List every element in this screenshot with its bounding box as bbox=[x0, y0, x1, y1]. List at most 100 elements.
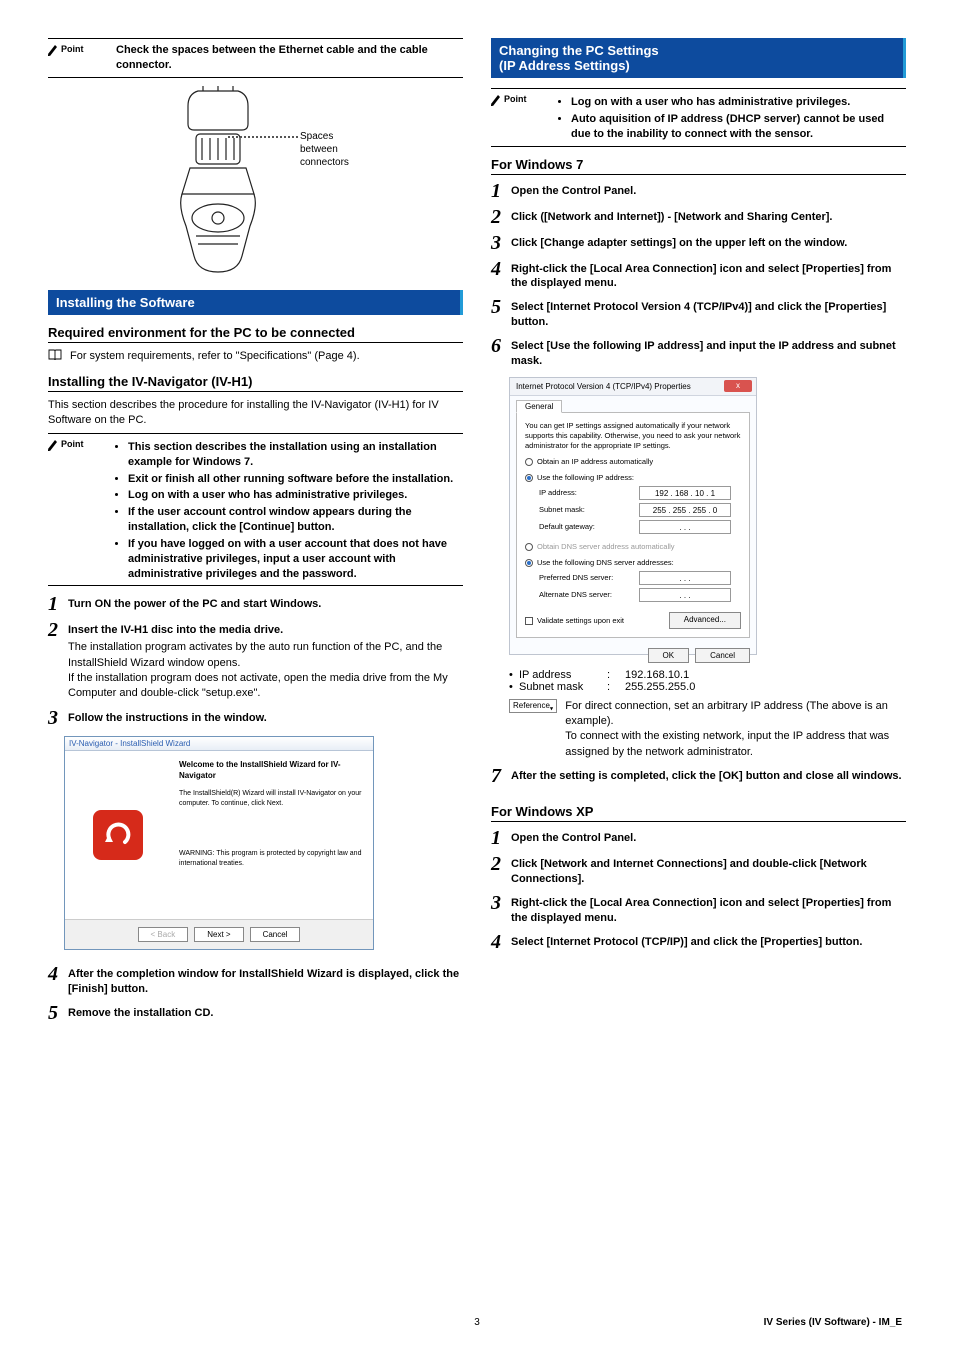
kv-colon: : bbox=[607, 681, 625, 693]
step-number: 4 bbox=[491, 259, 505, 279]
ipv4-validate-checkbox[interactable]: Validate settings upon exit bbox=[525, 616, 624, 626]
list-item: Exit or finish all other running softwar… bbox=[128, 472, 463, 487]
step-body: Open the Control Panel. bbox=[511, 828, 906, 846]
step-number: 4 bbox=[491, 932, 505, 952]
ipv4-row-ip: IP address: 192 . 168 . 10 . 1 bbox=[539, 486, 741, 500]
callout-leader bbox=[228, 136, 298, 138]
step-body: Turn ON the power of the PC and start Wi… bbox=[68, 594, 463, 612]
step-title: Open the Control Panel. bbox=[511, 831, 906, 846]
point-label: Point bbox=[48, 43, 106, 73]
step: 1 Turn ON the power of the PC and start W… bbox=[48, 594, 463, 614]
step-title: Remove the installation CD. bbox=[68, 1006, 463, 1021]
page-number: 3 bbox=[474, 1317, 480, 1328]
subheading-required-env: Required environment for the PC to be co… bbox=[48, 325, 463, 343]
point-body: Log on with a user who has administrativ… bbox=[559, 93, 906, 142]
step-body: Follow the instructions in the window. bbox=[68, 708, 463, 726]
ipv4-radio-static-dns[interactable]: Use the following DNS server addresses: bbox=[525, 558, 741, 568]
close-icon[interactable]: x bbox=[724, 380, 752, 392]
bullet-icon: • bbox=[509, 681, 519, 693]
step: 4 Right-click the [Local Area Connection]… bbox=[491, 259, 906, 292]
wizard-next-button[interactable]: Next > bbox=[194, 927, 243, 942]
left-column: Point Check the spaces between the Ether… bbox=[48, 38, 463, 1029]
ip-input[interactable]: 192 . 168 . 10 . 1 bbox=[639, 486, 731, 500]
step-title: Click ([Network and Internet]) - [Networ… bbox=[511, 210, 906, 225]
subheading-install-navigator: Installing the IV-Navigator (IV-H1) bbox=[48, 374, 463, 392]
point-word: Point bbox=[504, 94, 527, 104]
section-line1: Changing the PC Settings bbox=[499, 43, 659, 58]
wizard-right-panel: Welcome to the InstallShield Wizard for … bbox=[171, 751, 373, 919]
wizard-icon bbox=[93, 810, 143, 860]
wizard-footer: < Back Next > Cancel bbox=[65, 919, 373, 949]
doc-name: IV Series (IV Software) - IM_E bbox=[764, 1317, 902, 1328]
step: 4After the completion window for Install… bbox=[48, 964, 463, 997]
step: 1Open the Control Panel. bbox=[491, 828, 906, 848]
wizard-heading: Welcome to the InstallShield Wizard for … bbox=[179, 759, 365, 781]
reference-ip-note: Reference▾ For direct connection, set an… bbox=[509, 699, 906, 761]
ipv4-row-gateway: Default gateway: . . . bbox=[539, 520, 741, 534]
point-list: Log on with a user who has administrativ… bbox=[559, 95, 906, 142]
ipv4-radio-auto-dns: Obtain DNS server address automatically bbox=[525, 542, 741, 552]
step-title: Open the Control Panel. bbox=[511, 184, 906, 199]
step-title: Insert the IV-H1 disc into the media dri… bbox=[68, 623, 463, 638]
step-body: After the completion window for InstallS… bbox=[68, 964, 463, 997]
callout-label: Spaces between connectors bbox=[300, 130, 358, 169]
step-number: 6 bbox=[491, 336, 505, 356]
step-body: Click [Change adapter settings] on the u… bbox=[511, 233, 906, 251]
ipv4-tab-general[interactable]: General bbox=[516, 400, 562, 413]
ipv4-row-dns1: Preferred DNS server: . . . bbox=[539, 571, 741, 585]
install-steps-a: 1 Turn ON the power of the PC and start W… bbox=[48, 594, 463, 727]
step-number: 3 bbox=[491, 893, 505, 913]
step-title: Click [Network and Internet Connections]… bbox=[511, 857, 906, 887]
list-item: Auto aquisition of IP address (DHCP serv… bbox=[571, 112, 906, 142]
reference-sysreq: For system requirements, refer to "Speci… bbox=[48, 349, 463, 364]
gw-input[interactable]: . . . bbox=[639, 520, 731, 534]
step-title: Follow the instructions in the window. bbox=[68, 711, 463, 726]
ipv4-panel: You can get IP settings assigned automat… bbox=[516, 412, 750, 639]
wizard-body: Welcome to the InstallShield Wizard for … bbox=[65, 751, 373, 919]
step-title: Turn ON the power of the PC and start Wi… bbox=[68, 597, 463, 612]
dns1-input[interactable]: . . . bbox=[639, 571, 731, 585]
step-body: Open the Control Panel. bbox=[511, 181, 906, 199]
step-body: Click [Network and Internet Connections]… bbox=[511, 854, 906, 887]
dns2-input[interactable]: . . . bbox=[639, 588, 731, 602]
list-item: Log on with a user who has administrativ… bbox=[128, 488, 463, 503]
wizard-cancel-button[interactable]: Cancel bbox=[250, 927, 301, 942]
right-column: Changing the PC Settings (IP Address Set… bbox=[491, 38, 906, 1029]
wizard-p2: WARNING: This program is protected by co… bbox=[179, 849, 365, 869]
kv-value: 255.255.255.0 bbox=[625, 681, 695, 693]
ipv4-ok-button[interactable]: OK bbox=[648, 648, 690, 663]
list-item: If you have logged on with a user accoun… bbox=[128, 537, 463, 582]
point-label: Point bbox=[48, 438, 106, 582]
reference-icon: Reference▾ bbox=[509, 699, 557, 713]
wizard-back-button[interactable]: < Back bbox=[138, 927, 189, 942]
point-word: Point bbox=[61, 439, 84, 449]
step-body: Right-click the [Local Area Connection] … bbox=[511, 259, 906, 292]
step-number: 1 bbox=[48, 594, 62, 614]
step: 5 Select [Internet Protocol Version 4 (TC… bbox=[491, 297, 906, 330]
step-number: 7 bbox=[491, 766, 505, 786]
ip-summary: • IP address : 192.168.10.1 • Subnet mas… bbox=[509, 669, 906, 693]
step-body: Select [Use the following IP address] an… bbox=[511, 336, 906, 369]
step-number: 5 bbox=[48, 1003, 62, 1023]
step: 2Click [Network and Internet Connections… bbox=[491, 854, 906, 887]
list-item: This section describes the installation … bbox=[128, 440, 463, 470]
ipv4-advanced-button[interactable]: Advanced... bbox=[669, 612, 741, 629]
step-body: Select [Internet Protocol Version 4 (TCP… bbox=[511, 297, 906, 330]
step-title: Select [Use the following IP address] an… bbox=[511, 339, 906, 369]
kv-key: Subnet mask bbox=[519, 681, 607, 693]
step: 3Click [Change adapter settings] on the … bbox=[491, 233, 906, 253]
mask-label: Subnet mask: bbox=[539, 505, 639, 515]
reference-text: For system requirements, refer to "Speci… bbox=[70, 349, 463, 364]
checkbox-label: Validate settings upon exit bbox=[537, 616, 624, 625]
mask-input[interactable]: 255 . 255 . 255 . 0 bbox=[639, 503, 731, 517]
ipv4-radio-static-ip[interactable]: Use the following IP address: bbox=[525, 473, 741, 483]
section-installing-software: Installing the Software bbox=[48, 290, 463, 315]
gw-label: Default gateway: bbox=[539, 522, 639, 532]
ipv4-row-dns2: Alternate DNS server: . . . bbox=[539, 588, 741, 602]
ipv4-cancel-button[interactable]: Cancel bbox=[695, 648, 750, 663]
figure-installshield-wizard: IV-Navigator - InstallShield Wizard Welc… bbox=[64, 736, 374, 950]
ipv4-radio-auto-ip[interactable]: Obtain an IP address automatically bbox=[525, 457, 741, 467]
step-number: 5 bbox=[491, 297, 505, 317]
point-word: Point bbox=[61, 44, 84, 54]
windows7-steps: 1Open the Control Panel.2Click ([Network… bbox=[491, 181, 906, 369]
